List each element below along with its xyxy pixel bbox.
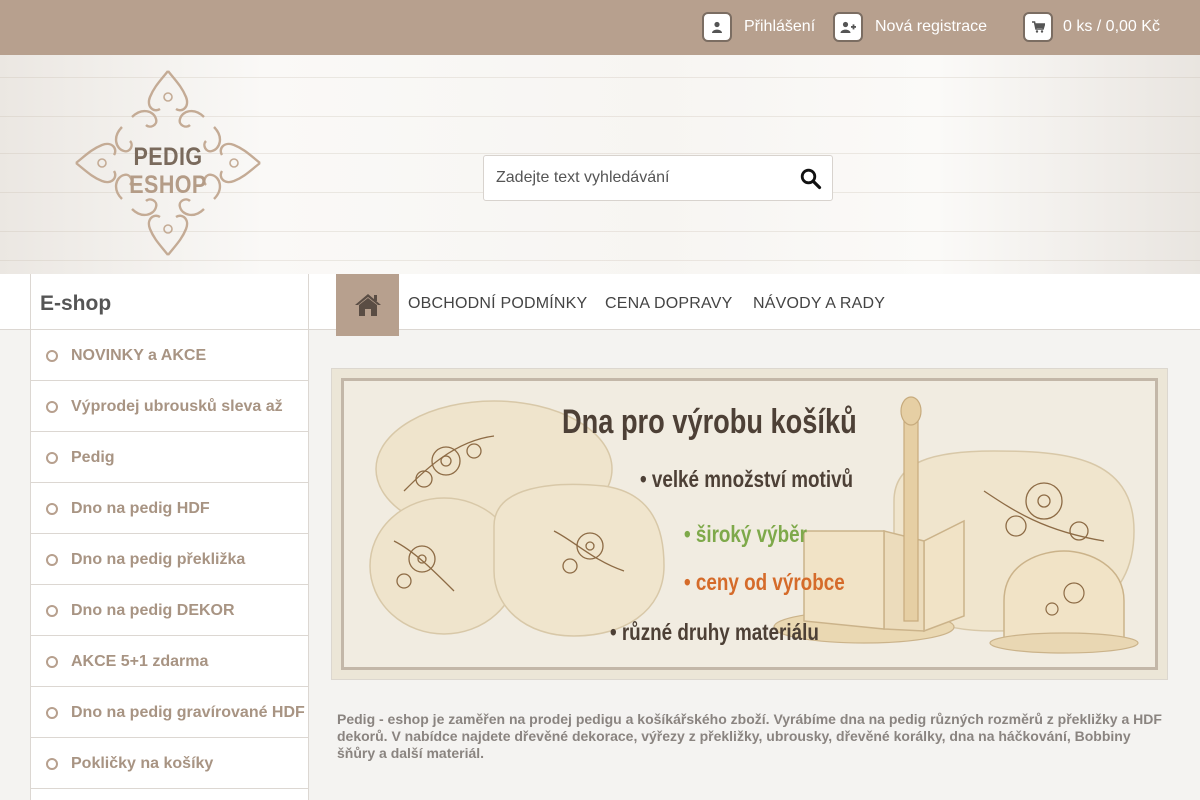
- banner-frame: Dna pro výrobu košíků • velké množství m…: [341, 378, 1158, 670]
- register-label: Nová registrace: [875, 18, 988, 35]
- sidebar-item-vyprodej[interactable]: Výprodej ubrousků sleva až: [31, 381, 308, 432]
- banner-bullet: • velké množství motivů: [640, 466, 854, 492]
- home-button[interactable]: [336, 274, 399, 336]
- nav-terms-link[interactable]: OBCHODNÍ PODMÍNKY: [408, 274, 587, 334]
- sidebar-item-label: Pedig: [71, 449, 115, 466]
- logo-text-eshop: ESHOP: [129, 171, 207, 199]
- sidebar-item-dno-preklizka[interactable]: Dno na pedig překližka: [31, 534, 308, 585]
- circle-bullet-icon: [46, 452, 58, 464]
- nav-shipping-link[interactable]: CENA DOPRAVY: [605, 274, 732, 334]
- home-icon: [354, 294, 381, 316]
- sidebar-item-label: Dno na pedig DEKOR: [71, 602, 235, 619]
- banner-bullet: • široký výběr: [684, 521, 807, 547]
- circle-bullet-icon: [46, 350, 58, 362]
- nav-guides-link[interactable]: NÁVODY A RADY: [753, 274, 885, 334]
- circle-bullet-icon: [46, 656, 58, 668]
- sidebar-item-dno-dekor[interactable]: Dno na pedig DEKOR: [31, 585, 308, 636]
- cart-icon: [1023, 12, 1053, 42]
- sidebar-item-label: Výprodej ubrousků sleva až: [71, 398, 283, 415]
- register-link[interactable]: Nová registrace: [833, 10, 987, 44]
- sidebar-item-label: Dno na pedig gravírované HDF: [71, 704, 305, 721]
- circle-bullet-icon: [46, 605, 58, 617]
- user-icon: [702, 12, 732, 42]
- site-logo[interactable]: PEDIG ESHOP: [72, 67, 264, 259]
- main-nav: E-shop OBCHODNÍ PODMÍNKY CENA DOPRAVY NÁ…: [0, 274, 1200, 336]
- sidebar-item-label: Pokličky na košíky: [71, 755, 214, 772]
- sidebar-item-akce[interactable]: AKCE 5+1 zdarma: [31, 636, 308, 687]
- cart-summary: 0 ks / 0,00 Kč: [1063, 18, 1160, 35]
- circle-bullet-icon: [46, 707, 58, 719]
- circle-bullet-icon: [46, 554, 58, 566]
- sidebar-item-dno-hdf[interactable]: Dno na pedig HDF: [31, 483, 308, 534]
- circle-bullet-icon: [46, 503, 58, 515]
- circle-bullet-icon: [46, 758, 58, 770]
- search-icon: [800, 168, 822, 190]
- login-label: Přihlášení: [744, 18, 816, 35]
- sidebar-item-novinky[interactable]: NOVINKY a AKCE: [31, 330, 308, 381]
- shop-description: Pedig - eshop je zaměřen na prodej pedig…: [337, 711, 1162, 761]
- sidebar-item-label: Dno na pedig HDF: [71, 500, 210, 517]
- header: PEDIG ESHOP: [0, 55, 1200, 274]
- search-button[interactable]: [800, 168, 822, 190]
- sidebar-item-label: AKCE 5+1 zdarma: [71, 653, 209, 670]
- logo-text-pedig: PEDIG: [133, 143, 203, 171]
- sidebar-item-label: Dno na pedig překližka: [71, 551, 246, 568]
- login-link[interactable]: Přihlášení: [702, 10, 815, 44]
- circle-bullet-icon: [46, 401, 58, 413]
- top-bar: Přihlášení Nová registrace 0 ks / 0,00 K…: [0, 0, 1200, 55]
- search-input[interactable]: [484, 156, 784, 200]
- banner-bullet: • ceny od výrobce: [684, 569, 845, 595]
- banner-bullet: • různé druhy materiálu: [610, 619, 819, 645]
- cart-link[interactable]: 0 ks / 0,00 Kč: [1023, 10, 1160, 44]
- sidebar-item-poklicky[interactable]: Pokličky na košíky: [31, 738, 308, 789]
- search-box: [483, 155, 833, 201]
- sidebar-item-pedig[interactable]: Pedig: [31, 432, 308, 483]
- category-sidebar: NOVINKY a AKCE Výprodej ubrousků sleva a…: [30, 330, 309, 800]
- banner-title: Dna pro výrobu košíků: [562, 403, 857, 441]
- sidebar-item-dno-gravirovane[interactable]: Dno na pedig gravírované HDF: [31, 687, 308, 738]
- promo-banner[interactable]: Dna pro výrobu košíků • velké množství m…: [331, 368, 1168, 680]
- sidebar-item-label: NOVINKY a AKCE: [71, 347, 207, 364]
- user-plus-icon: [833, 12, 863, 42]
- eshop-heading: E-shop: [30, 274, 309, 329]
